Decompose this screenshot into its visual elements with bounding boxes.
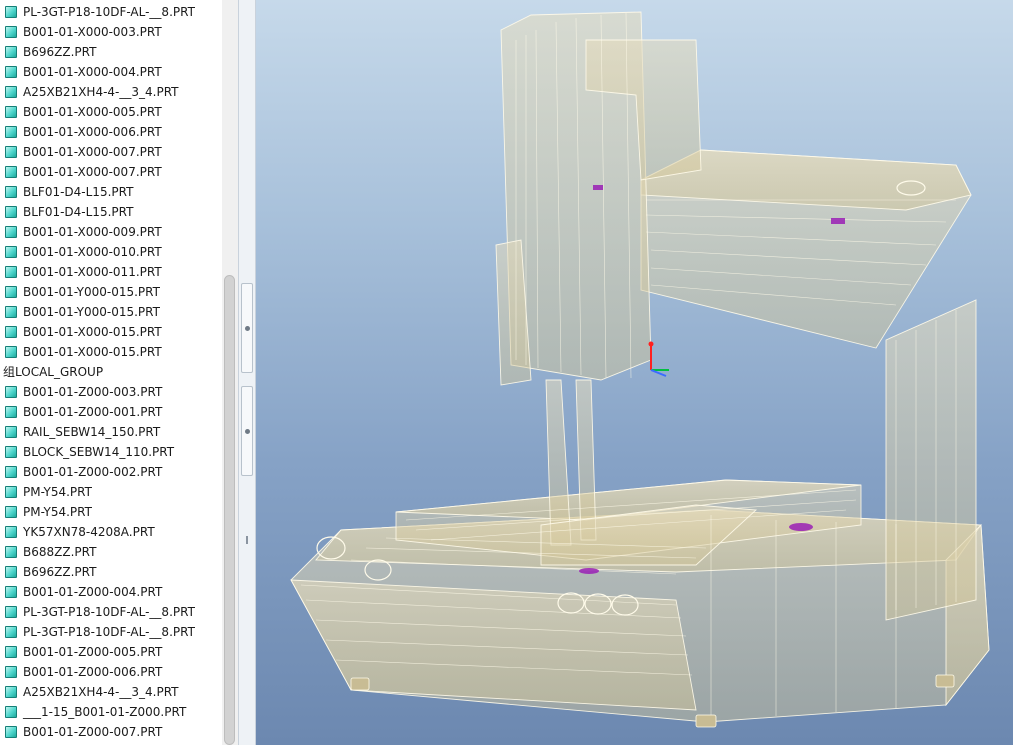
part-icon: [5, 206, 17, 218]
tree-item-label: B001-01-X000-005.PRT: [23, 105, 162, 119]
part-icon: [5, 626, 17, 638]
part-icon: [5, 706, 17, 718]
part-icon: [5, 86, 17, 98]
coordinate-triad: [648, 341, 669, 377]
tree-item-label: PL-3GT-P18-10DF-AL-__8.PRT: [23, 605, 195, 619]
part-icon: [5, 726, 17, 738]
tree-item-label: RAIL_SEBW14_150.PRT: [23, 425, 161, 439]
tree-item-label: B001-01-X000-004.PRT: [23, 65, 162, 79]
part-icon: [5, 446, 17, 458]
part-icon: [5, 6, 17, 18]
tree-item-label: PL-3GT-P18-10DF-AL-__8.PRT: [23, 625, 195, 639]
tree-item-label: PL-3GT-P18-10DF-AL-__8.PRT: [23, 5, 195, 19]
tree-item-label: B001-01-X000-007.PRT: [23, 145, 162, 159]
part-icon: [5, 186, 17, 198]
part-icon: [5, 506, 17, 518]
tree-item-label: B688ZZ.PRT: [23, 545, 97, 559]
grip-dot-lower: [245, 429, 250, 434]
tree-item-label: B001-01-X000-003.PRT: [23, 25, 162, 39]
tree-item-label: B001-01-Z000-005.PRT: [23, 645, 163, 659]
tree-item-label: B001-01-Z000-003.PRT: [23, 385, 163, 399]
tree-item-label: B001-01-Z000-006.PRT: [23, 665, 163, 679]
part-icon: [5, 686, 17, 698]
part-icon: [5, 426, 17, 438]
part-icon: [5, 226, 17, 238]
tree-item-label: B001-01-Z000-004.PRT: [23, 585, 163, 599]
graphics-viewport[interactable]: [256, 0, 1013, 745]
tree-item-label: B001-01-X000-011.PRT: [23, 265, 162, 279]
tree-item-label: B001-01-Y000-015.PRT: [23, 305, 160, 319]
part-icon: [5, 46, 17, 58]
tree-item-label: B001-01-X000-015.PRT: [23, 325, 162, 339]
tree-item-label: BLF01-D4-L15.PRT: [23, 205, 134, 219]
tree-item-label: B001-01-X000-007.PRT: [23, 165, 162, 179]
tree-item-label: B001-01-Z000-007.PRT: [23, 725, 163, 739]
part-icon: [5, 326, 17, 338]
tree-item-label: BLF01-D4-L15.PRT: [23, 185, 134, 199]
part-icon: [5, 526, 17, 538]
part-icon: [5, 26, 17, 38]
part-icon: [5, 386, 17, 398]
part-icon: [5, 486, 17, 498]
grip-dot-upper: [245, 326, 250, 331]
tree-item-label: A25XB21XH4-4-__3_4.PRT: [23, 685, 179, 699]
part-icon: [5, 646, 17, 658]
part-icon: [5, 566, 17, 578]
part-icon: [5, 266, 17, 278]
model-tree-scrollbar[interactable]: [222, 0, 238, 745]
tree-item-label: ___1-15_B001-01-Z000.PRT: [23, 705, 187, 719]
part-icon: [5, 346, 17, 358]
splitter-grip[interactable]: [246, 536, 248, 544]
right-upright-column: [885, 299, 977, 621]
part-icon: [5, 126, 17, 138]
part-icon: [5, 166, 17, 178]
tree-item-label: A25XB21XH4-4-__3_4.PRT: [23, 85, 179, 99]
part-icon: [5, 66, 17, 78]
part-icon: [5, 306, 17, 318]
tree-item-label: 组LOCAL_GROUP: [3, 365, 104, 379]
tree-item-label: YK57XN78-4208A.PRT: [23, 525, 155, 539]
part-icon: [5, 146, 17, 158]
tree-item-label: BLOCK_SEBW14_110.PRT: [23, 445, 175, 459]
tree-item-label: B696ZZ.PRT: [23, 565, 97, 579]
part-icon: [5, 246, 17, 258]
tree-item-label: B001-01-Z000-002.PRT: [23, 465, 163, 479]
tree-item-label: B001-01-X000-009.PRT: [23, 225, 162, 239]
part-icon: [5, 466, 17, 478]
tree-item-label: B001-01-Z000-001.PRT: [23, 405, 163, 419]
panel-divider[interactable]: [238, 0, 256, 745]
tree-item-label: B696ZZ.PRT: [23, 45, 97, 59]
tree-item-label: B001-01-X000-006.PRT: [23, 125, 162, 139]
model-tree: PL-3GT-P18-10DF-AL-__8.PRT B001-01-X000-0…: [0, 0, 222, 745]
cad-model-wireframe: [290, 11, 990, 728]
tree-item-label: B001-01-Y000-015.PRT: [23, 285, 160, 299]
part-icon: [5, 406, 17, 418]
part-icon: [5, 606, 17, 618]
tree-item-label: PM-Y54.PRT: [23, 485, 92, 499]
part-icon: [5, 586, 17, 598]
part-icon: [5, 106, 17, 118]
tree-item-label: B001-01-X000-010.PRT: [23, 245, 162, 259]
part-icon: [5, 666, 17, 678]
tree-item-label: PM-Y54.PRT: [23, 505, 92, 519]
part-icon: [5, 286, 17, 298]
scrollbar-thumb[interactable]: [224, 275, 235, 745]
part-icon: [5, 546, 17, 558]
tree-item-label: B001-01-X000-015.PRT: [23, 345, 162, 359]
